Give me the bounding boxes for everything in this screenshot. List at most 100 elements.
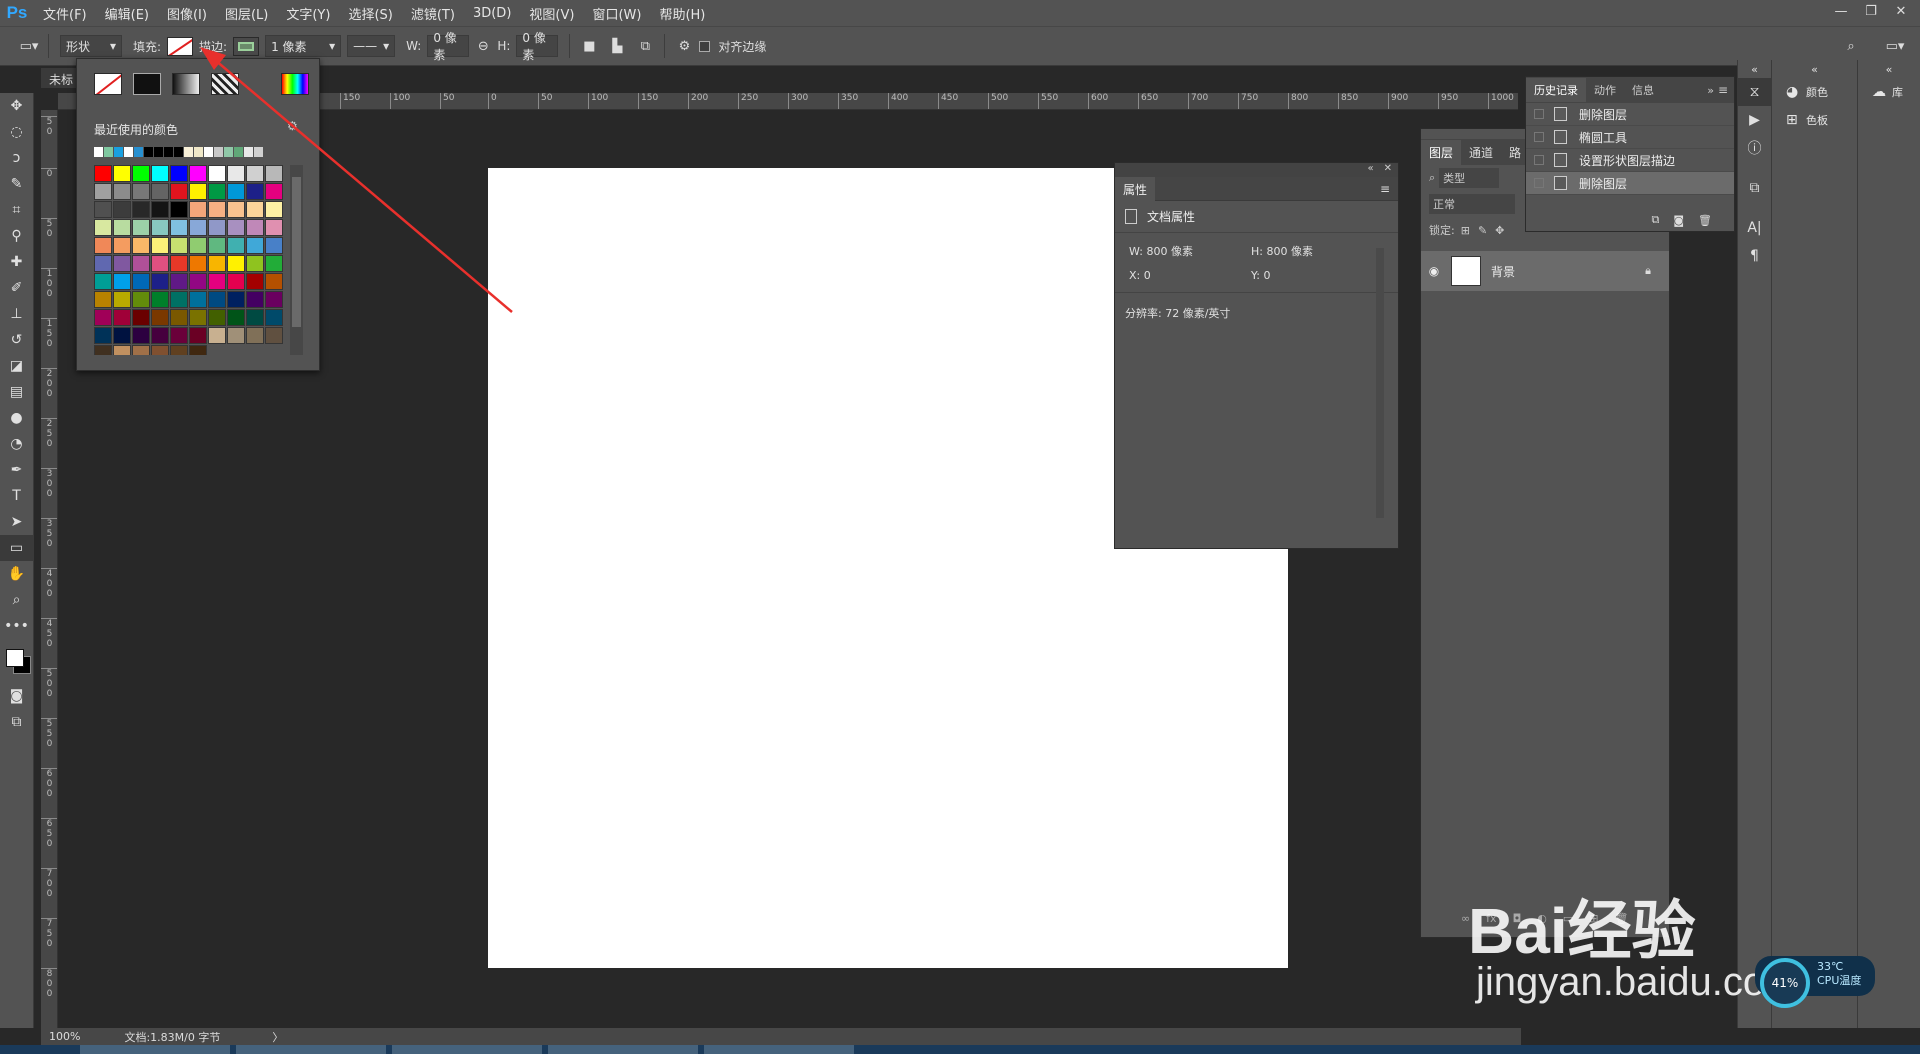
new-document-icon[interactable]: ⧉ bbox=[1651, 213, 1659, 227]
visibility-eye-icon[interactable]: ◉ bbox=[1421, 264, 1447, 278]
color-swatch[interactable] bbox=[265, 327, 283, 344]
recent-color-swatch[interactable] bbox=[244, 147, 254, 157]
color-swatch[interactable] bbox=[94, 255, 112, 272]
close-button[interactable]: ✕ bbox=[1888, 3, 1914, 21]
history-item[interactable]: 椭圆工具 bbox=[1526, 126, 1734, 149]
recent-color-swatch[interactable] bbox=[154, 147, 164, 157]
menu-3d[interactable]: 3D(D) bbox=[464, 6, 520, 21]
marquee-tool-icon[interactable]: ◌ bbox=[0, 119, 33, 145]
color-swatch[interactable] bbox=[132, 255, 150, 272]
tab-actions[interactable]: 动作 bbox=[1586, 78, 1624, 102]
color-swatch[interactable] bbox=[227, 327, 245, 344]
color-swatch[interactable] bbox=[113, 309, 131, 326]
color-swatch[interactable] bbox=[132, 273, 150, 290]
recent-color-swatch[interactable] bbox=[234, 147, 244, 157]
taskbar-item[interactable] bbox=[704, 1045, 854, 1054]
expand-icon[interactable]: » bbox=[1707, 84, 1714, 97]
menu-type[interactable]: 文字(Y) bbox=[277, 4, 339, 23]
taskbar-item[interactable] bbox=[548, 1045, 698, 1054]
color-swatch[interactable] bbox=[265, 165, 283, 182]
stroke-type-select[interactable]: —— ▾ bbox=[347, 35, 396, 57]
color-swatch[interactable] bbox=[94, 273, 112, 290]
minimize-button[interactable]: — bbox=[1828, 3, 1854, 21]
scrollbar-thumb[interactable] bbox=[292, 177, 301, 327]
libraries-button[interactable]: ☁ 库 bbox=[1858, 78, 1920, 106]
color-swatch[interactable] bbox=[170, 201, 188, 218]
color-swatch[interactable] bbox=[94, 309, 112, 326]
color-swatch[interactable] bbox=[208, 309, 226, 326]
color-swatch[interactable] bbox=[189, 327, 207, 344]
color-spectrum-button[interactable] bbox=[281, 73, 309, 95]
color-swatch[interactable] bbox=[94, 345, 112, 355]
character-icon[interactable]: A| bbox=[1738, 214, 1771, 242]
color-swatch[interactable] bbox=[208, 201, 226, 218]
color-swatch[interactable] bbox=[189, 291, 207, 308]
color-swatch[interactable] bbox=[113, 237, 131, 254]
color-swatch[interactable] bbox=[151, 291, 169, 308]
recent-color-swatch[interactable] bbox=[214, 147, 224, 157]
gear-icon[interactable]: ⚙ bbox=[287, 119, 298, 133]
search-icon[interactable]: ⌕ bbox=[1840, 35, 1862, 57]
recent-color-swatch[interactable] bbox=[204, 147, 214, 157]
color-swatch[interactable] bbox=[189, 237, 207, 254]
restore-button[interactable]: ❐ bbox=[1858, 3, 1884, 21]
snapshot-checkbox[interactable] bbox=[1534, 155, 1544, 165]
blur-tool-icon[interactable]: ● bbox=[0, 405, 33, 431]
y-value[interactable]: 0 bbox=[1263, 269, 1270, 282]
height-value[interactable]: 800 像素 bbox=[1266, 245, 1313, 258]
more-tools-icon[interactable]: ••• bbox=[0, 613, 33, 639]
color-swatch[interactable] bbox=[151, 345, 169, 355]
recent-color-swatch[interactable] bbox=[94, 147, 104, 157]
camera-icon[interactable]: ◙ bbox=[1673, 214, 1684, 227]
color-swatch[interactable] bbox=[132, 165, 150, 182]
menu-file[interactable]: 文件(F) bbox=[34, 4, 96, 23]
recent-color-swatch[interactable] bbox=[254, 147, 264, 157]
crop-tool-icon[interactable]: ⌗ bbox=[0, 197, 33, 223]
panel-menu-icon[interactable]: ≡ bbox=[1718, 83, 1728, 97]
color-swatch[interactable] bbox=[189, 183, 207, 200]
history-icon[interactable]: ⧖ bbox=[1738, 78, 1771, 106]
stroke-swatch[interactable] bbox=[233, 36, 260, 56]
color-swatch[interactable] bbox=[170, 309, 188, 326]
color-swatch[interactable] bbox=[113, 327, 131, 344]
color-swatch[interactable] bbox=[265, 273, 283, 290]
color-swatch[interactable] bbox=[227, 165, 245, 182]
x-value[interactable]: 0 bbox=[1144, 269, 1151, 282]
color-swatch[interactable] bbox=[151, 237, 169, 254]
taskbar-item[interactable] bbox=[236, 1045, 386, 1054]
color-swatch[interactable] bbox=[246, 201, 264, 218]
align-edges-checkbox[interactable] bbox=[699, 40, 711, 52]
color-swatch[interactable] bbox=[94, 291, 112, 308]
color-swatch[interactable] bbox=[132, 291, 150, 308]
trash-icon[interactable]: 🗑︎ bbox=[1698, 214, 1712, 227]
color-swatch[interactable] bbox=[94, 327, 112, 344]
history-item[interactable]: 删除图层 bbox=[1526, 103, 1734, 126]
tab-channels[interactable]: 通道 bbox=[1461, 140, 1501, 165]
taskbar-item[interactable] bbox=[80, 1045, 230, 1054]
color-swatch[interactable] bbox=[170, 237, 188, 254]
lock-brush-icon[interactable]: ✎ bbox=[1478, 224, 1487, 237]
hand-tool-icon[interactable]: ✋ bbox=[0, 561, 33, 587]
layer-name[interactable]: 背景 bbox=[1491, 263, 1515, 280]
move-tool-icon[interactable]: ✥ bbox=[0, 93, 33, 119]
color-swatch[interactable] bbox=[132, 237, 150, 254]
color-swatch[interactable] bbox=[113, 255, 131, 272]
color-swatch[interactable] bbox=[246, 327, 264, 344]
menu-image[interactable]: 图像(I) bbox=[158, 4, 216, 23]
tab-info[interactable]: 信息 bbox=[1624, 78, 1662, 102]
color-swatch[interactable] bbox=[113, 165, 131, 182]
color-swatch[interactable] bbox=[189, 255, 207, 272]
tab-properties[interactable]: 属性 bbox=[1115, 176, 1156, 201]
color-swatch[interactable] bbox=[151, 165, 169, 182]
path-operations-icon[interactable]: ■ bbox=[578, 35, 600, 57]
history-item[interactable]: 删除图层 bbox=[1526, 172, 1734, 195]
snapshot-checkbox[interactable] bbox=[1534, 178, 1544, 188]
color-swatch[interactable] bbox=[246, 165, 264, 182]
color-swatch[interactable] bbox=[151, 219, 169, 236]
color-swatch[interactable] bbox=[113, 345, 131, 355]
color-swatch[interactable] bbox=[113, 219, 131, 236]
color-swatch[interactable] bbox=[113, 183, 131, 200]
workspace-icon[interactable]: ▭▾ bbox=[1884, 35, 1906, 57]
recent-color-swatch[interactable] bbox=[174, 147, 184, 157]
dodge-tool-icon[interactable]: ◔ bbox=[0, 431, 33, 457]
